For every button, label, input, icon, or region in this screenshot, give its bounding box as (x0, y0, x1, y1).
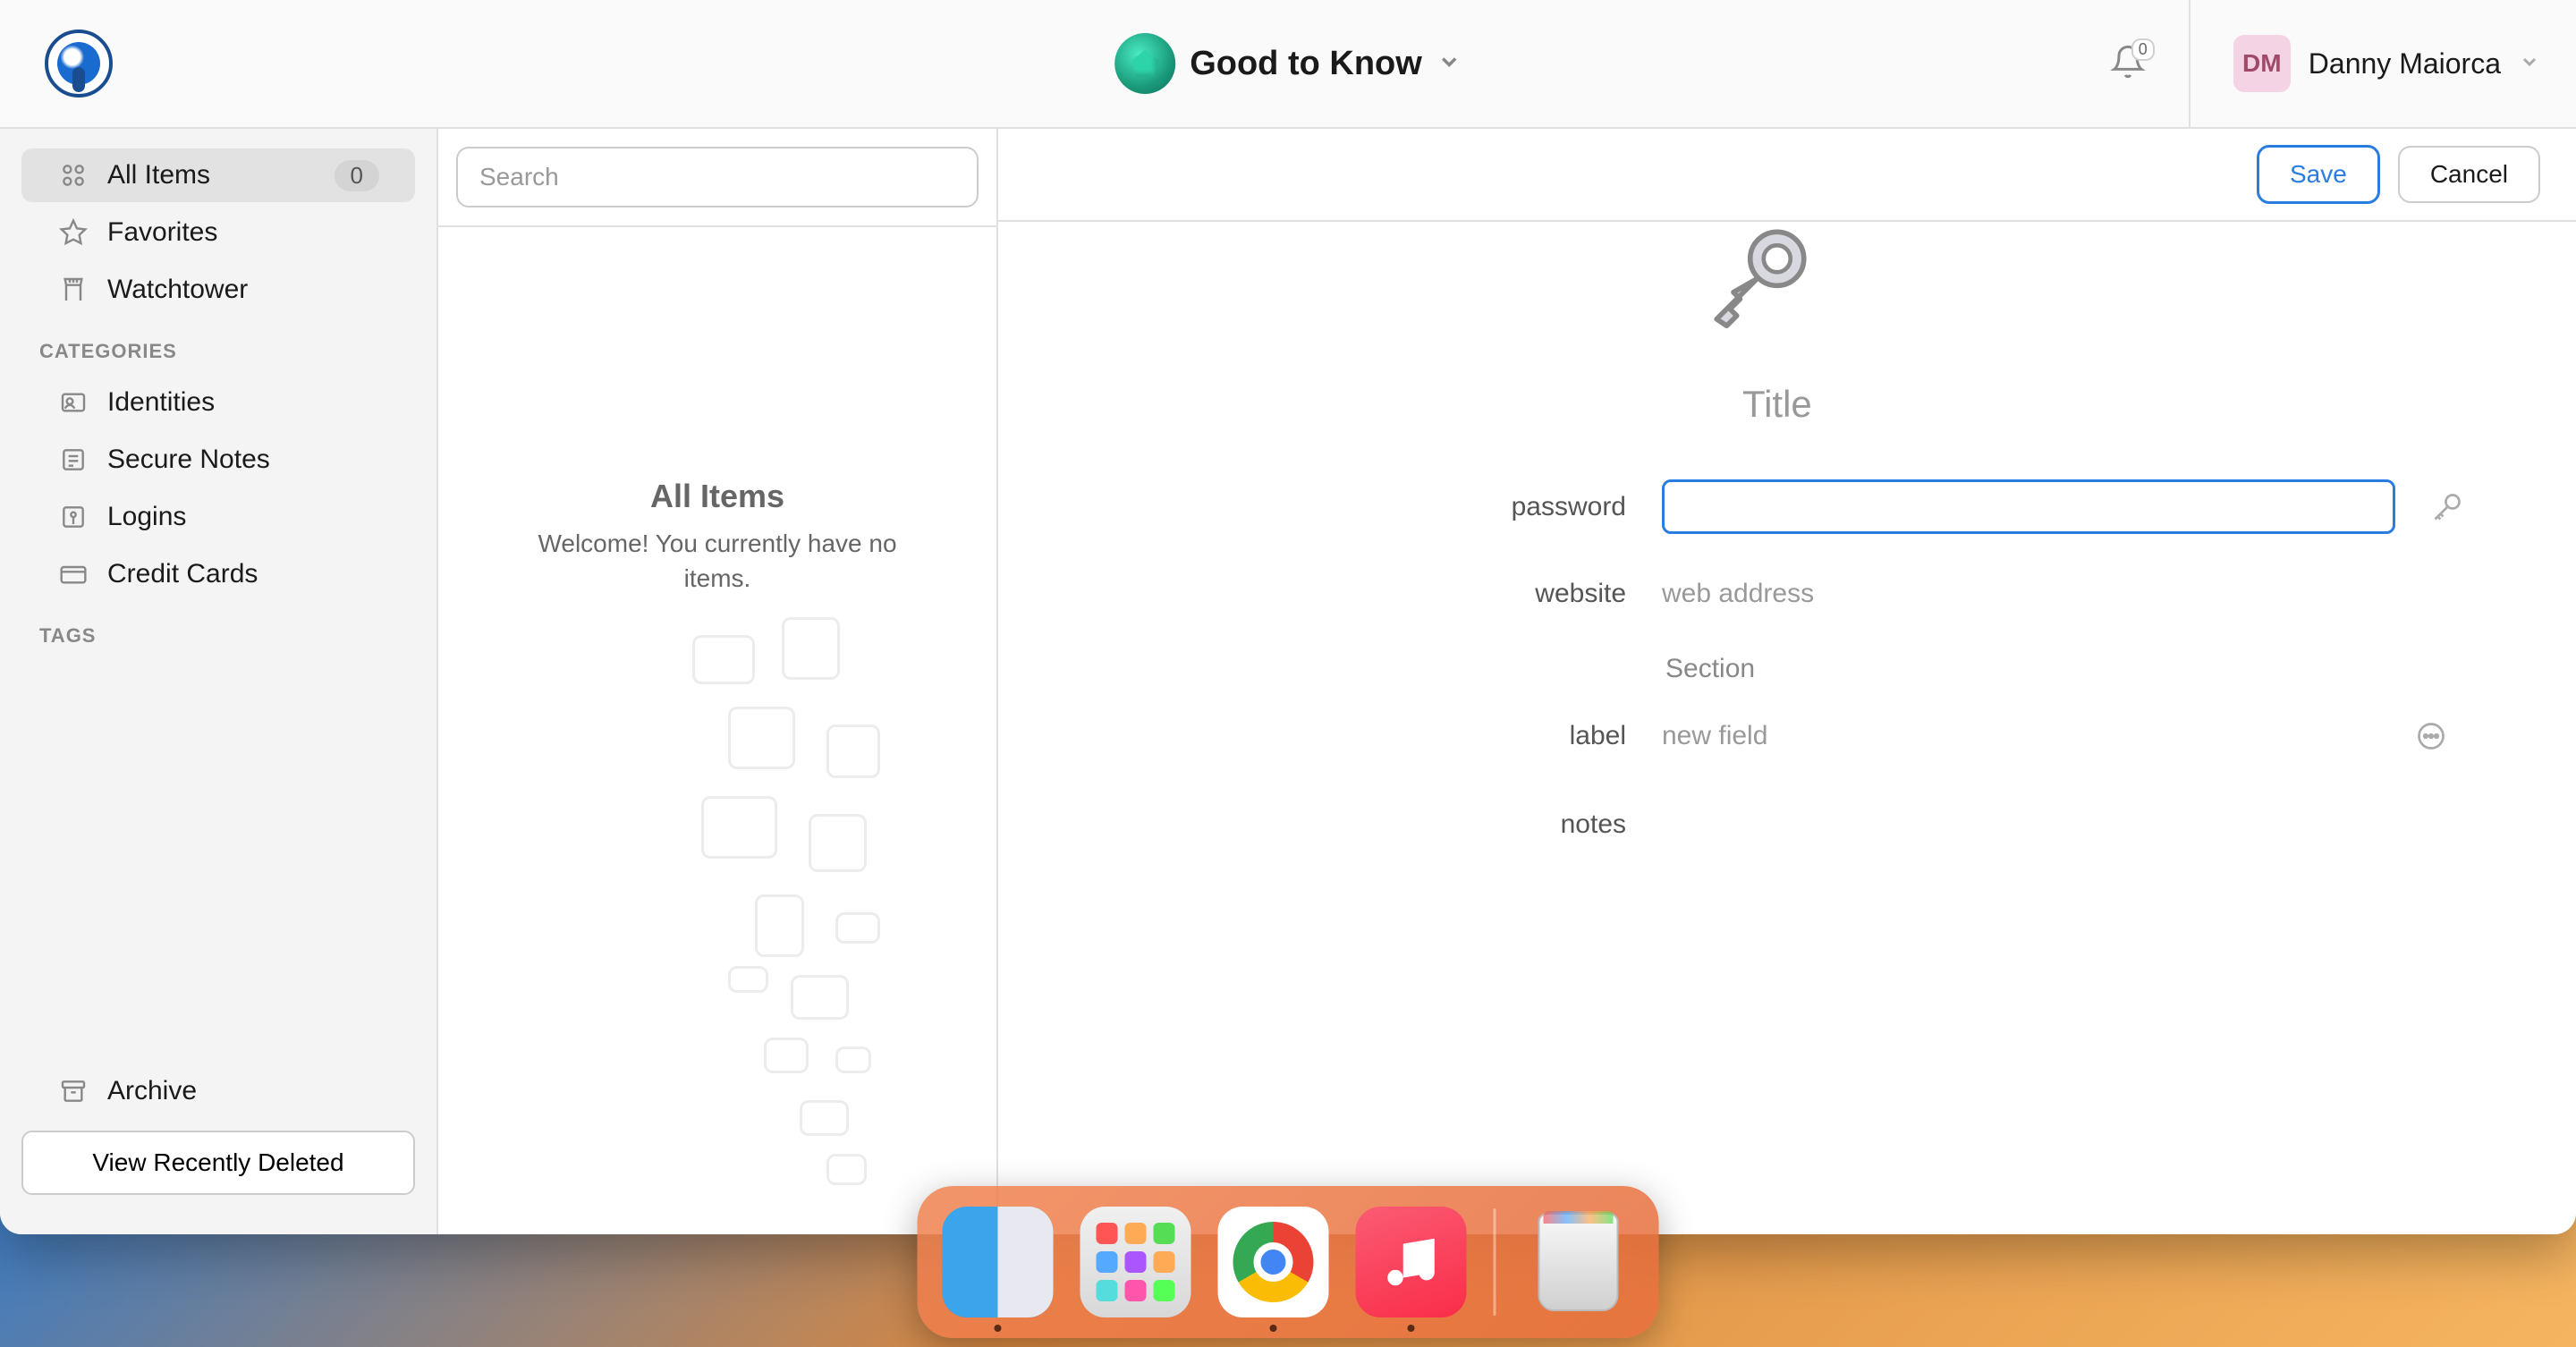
list-empty-message: Welcome! You currently have no items. (521, 526, 914, 596)
custom-field-label[interactable]: label (1116, 721, 1626, 751)
tags-heading: TAGS (0, 603, 436, 658)
dock-launchpad[interactable] (1080, 1207, 1191, 1317)
app-logo-icon (45, 30, 113, 97)
item-count-badge: 0 (335, 160, 379, 191)
password-item-icon (1707, 222, 1814, 329)
header: Good to Know 0 DM Danny Maiorca (0, 0, 2576, 129)
vault-name: Good to Know (1190, 45, 1422, 83)
detail-column: Save Cancel Title password (998, 129, 2576, 1234)
sidebar-watchtower[interactable]: Watchtower (21, 263, 415, 317)
note-icon (57, 444, 89, 476)
website-input[interactable]: web address (1662, 579, 2368, 609)
chevron-down-icon (1436, 49, 1462, 79)
title-field[interactable]: Title (1116, 383, 2458, 426)
list-empty-title: All Items (650, 478, 784, 515)
sidebar-item-label: Favorites (107, 217, 217, 248)
section-label[interactable]: Section (1116, 654, 2458, 684)
sidebar-item-label: Logins (107, 502, 186, 532)
sidebar-favorites[interactable]: Favorites (21, 206, 415, 259)
app-window: Good to Know 0 DM Danny Maiorca (0, 0, 2576, 1234)
archive-icon (57, 1075, 89, 1107)
dock-trash[interactable] (1523, 1207, 1634, 1317)
notifications-button[interactable]: 0 (2110, 44, 2146, 84)
sidebar-all-items[interactable]: All Items 0 (21, 148, 415, 202)
vault-icon (1114, 33, 1175, 94)
sidebar-item-label: Identities (107, 387, 215, 418)
credit-card-icon (57, 558, 89, 590)
sidebar-secure-notes[interactable]: Secure Notes (21, 433, 415, 487)
notes-field-label: notes (1116, 806, 1626, 840)
custom-field-input[interactable]: new field (1662, 721, 2368, 751)
avatar: DM (2233, 35, 2291, 92)
star-icon (57, 216, 89, 249)
cancel-button[interactable]: Cancel (2398, 146, 2540, 203)
key-icon (57, 501, 89, 533)
sidebar-item-label: Credit Cards (107, 559, 258, 589)
sidebar-item-label: All Items (107, 160, 210, 191)
bell-icon (2110, 68, 2146, 83)
generate-password-button[interactable] (2431, 491, 2463, 523)
password-input[interactable] (1662, 479, 2395, 534)
title-placeholder: Title (1742, 383, 1812, 425)
view-recently-deleted-button[interactable]: View Recently Deleted (21, 1131, 415, 1195)
dock-chrome[interactable] (1218, 1207, 1329, 1317)
empty-illustration (674, 608, 996, 1234)
item-list-column: All Items Welcome! You currently have no… (438, 129, 998, 1234)
password-field-label: password (1116, 492, 1626, 522)
notification-badge: 0 (2131, 38, 2155, 61)
circles-icon (57, 159, 89, 191)
account-menu[interactable]: DM Danny Maiorca (2233, 35, 2540, 92)
website-field-label: website (1116, 579, 1626, 609)
categories-heading: CATEGORIES (0, 318, 436, 374)
sidebar-logins[interactable]: Logins (21, 490, 415, 544)
chevron-down-icon (2519, 51, 2540, 77)
dock (918, 1186, 1659, 1338)
id-card-icon (57, 386, 89, 419)
sidebar-item-label: Secure Notes (107, 445, 270, 475)
save-button[interactable]: Save (2257, 145, 2380, 204)
sidebar-item-label: Archive (107, 1076, 197, 1106)
field-options-button[interactable] (2404, 720, 2458, 752)
sidebar-item-label: Watchtower (107, 275, 248, 305)
tower-icon (57, 274, 89, 306)
dock-music[interactable] (1356, 1207, 1467, 1317)
dock-finder[interactable] (943, 1207, 1054, 1317)
vault-selector[interactable]: Good to Know (1114, 33, 1462, 94)
sidebar-archive[interactable]: Archive (21, 1064, 415, 1118)
search-input[interactable] (456, 147, 979, 208)
sidebar-credit-cards[interactable]: Credit Cards (21, 547, 415, 601)
user-name: Danny Maiorca (2309, 47, 2501, 80)
sidebar-identities[interactable]: Identities (21, 376, 415, 429)
sidebar: All Items 0 Favorites Watchtower CATEGOR… (0, 129, 438, 1234)
